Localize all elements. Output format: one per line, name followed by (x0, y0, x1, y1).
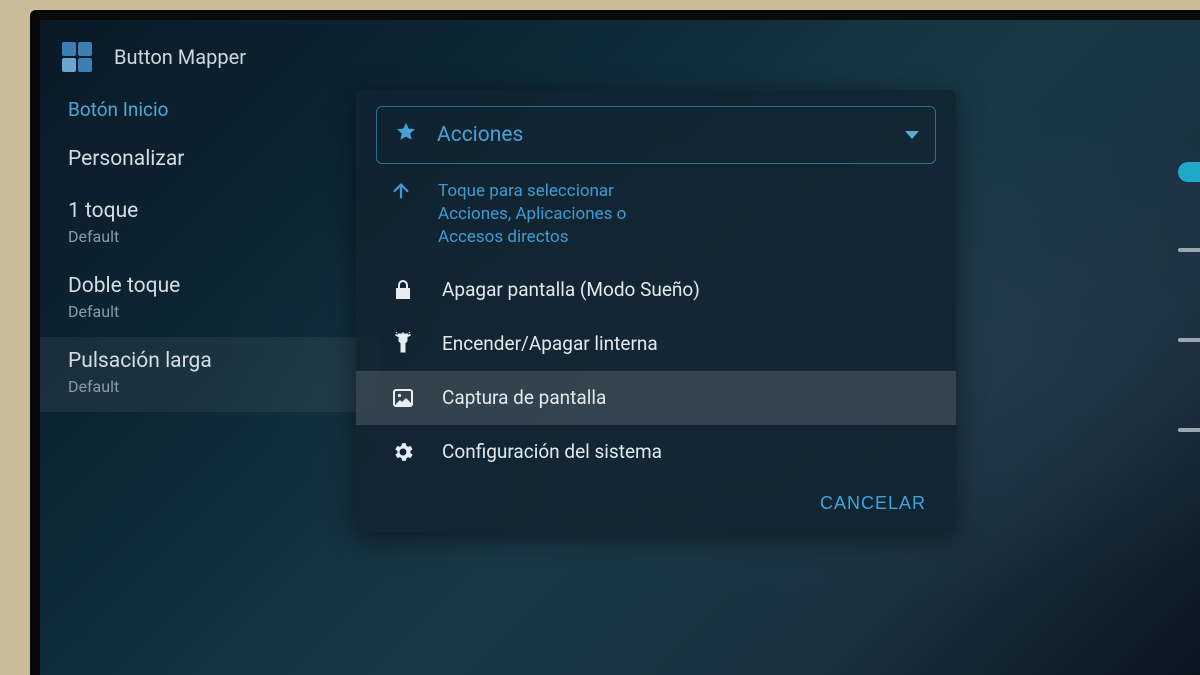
cancel-button[interactable]: CANCELAR (820, 493, 926, 514)
sidebar-item-subtitle: Default (68, 227, 380, 246)
sidebar: Botón Inicio Personalizar 1 toque Defaul… (40, 92, 380, 412)
single-tap-indicator (1178, 248, 1200, 252)
sidebar-customize[interactable]: Personalizar (68, 147, 380, 171)
arrow-up-icon (390, 180, 412, 209)
app-icon (62, 42, 92, 72)
sidebar-home-link[interactable]: Botón Inicio (68, 92, 380, 135)
category-dropdown[interactable]: Acciones (376, 106, 936, 164)
tv-screen: Button Mapper Botón Inicio Personalizar … (30, 10, 1200, 675)
sidebar-item-single-tap[interactable]: 1 toque Default (68, 187, 380, 262)
sidebar-item-title: 1 toque (68, 199, 380, 223)
action-label: Apagar pantalla (Modo Sueño) (442, 278, 700, 301)
dialog-footer: CANCELAR (356, 479, 956, 526)
gear-icon (390, 439, 416, 465)
sidebar-item-subtitle: Default (68, 377, 380, 396)
sidebar-item-title: Pulsación larga (68, 349, 380, 373)
chevron-down-icon (905, 131, 919, 139)
sidebar-item-long-press[interactable]: Pulsación larga Default (40, 337, 380, 412)
app-header: Button Mapper (40, 42, 1200, 72)
app-title: Button Mapper (114, 45, 246, 69)
action-label: Captura de pantalla (442, 386, 606, 409)
dialog-hint: Toque para seleccionar Acciones, Aplicac… (356, 174, 956, 263)
image-icon (390, 385, 416, 411)
action-sleep-screen[interactable]: Apagar pantalla (Modo Sueño) (356, 263, 956, 317)
lock-icon (390, 277, 416, 303)
long-press-indicator (1178, 428, 1200, 432)
sidebar-item-double-tap[interactable]: Doble toque Default (68, 262, 380, 337)
dropdown-label: Acciones (437, 123, 523, 147)
double-tap-indicator (1178, 338, 1200, 342)
sidebar-item-subtitle: Default (68, 302, 380, 321)
sidebar-item-title: Doble toque (68, 274, 380, 298)
actions-dialog: Acciones Toque para seleccionar Acciones… (356, 90, 956, 532)
star-icon (395, 121, 417, 149)
dialog-hint-text: Toque para seleccionar Acciones, Aplicac… (438, 180, 688, 249)
action-label: Configuración del sistema (442, 440, 662, 463)
action-label: Encender/Apagar linterna (442, 332, 658, 355)
customize-toggle[interactable] (1178, 162, 1200, 182)
action-flashlight[interactable]: Encender/Apagar linterna (356, 317, 956, 371)
flashlight-icon (390, 331, 416, 357)
action-system-settings[interactable]: Configuración del sistema (356, 425, 956, 479)
action-screenshot[interactable]: Captura de pantalla (356, 371, 956, 425)
